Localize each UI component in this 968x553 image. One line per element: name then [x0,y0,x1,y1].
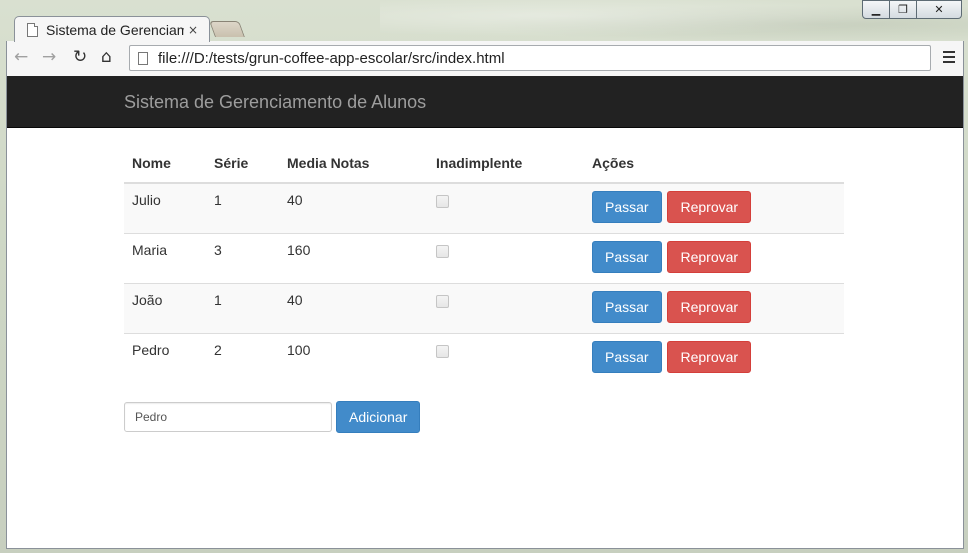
page-viewport: Sistema de Gerenciamento de Alunos Nome … [6,76,964,549]
header-nome: Nome [124,146,206,184]
close-icon[interactable]: ✕ [917,0,962,19]
cell-media: 40 [279,182,428,234]
inadimplente-checkbox[interactable] [436,245,449,258]
table-row: João 1 40 Passar Reprovar [124,283,844,334]
browser-tab[interactable]: Sistema de Gerenciamento de Alunos × [14,16,210,42]
cell-media: 40 [279,283,428,334]
add-student-form: Adicionar [124,401,846,433]
students-table: Nome Série Media Notas Inadimplente Açõe… [124,146,844,383]
cell-serie: 1 [206,182,279,234]
browser-toolbar: ← → ↻ ⌂ file:///D:/tests/grun-coffee-app… [6,41,964,76]
fail-button[interactable]: Reprovar [667,241,752,273]
url-text: file:///D:/tests/grun-coffee-app-escolar… [158,49,505,67]
maximize-icon[interactable]: ❐ [890,0,917,19]
minimize-icon[interactable]: ▁ [862,0,890,19]
student-name-input[interactable] [124,402,332,432]
cell-nome: Maria [124,233,206,284]
fail-button[interactable]: Reprovar [667,341,752,373]
table-row: Maria 3 160 Passar Reprovar [124,233,844,284]
forward-icon[interactable]: → [42,49,56,66]
pass-button[interactable]: Passar [592,291,662,323]
navbar-brand[interactable]: Sistema de Gerenciamento de Alunos [124,92,426,113]
cell-serie: 2 [206,333,279,383]
inadimplente-checkbox[interactable] [436,295,449,308]
table-header-row: Nome Série Media Notas Inadimplente Açõe… [124,146,844,184]
page-icon [138,51,148,65]
address-bar[interactable]: file:///D:/tests/grun-coffee-app-escolar… [129,45,931,71]
fail-button[interactable]: Reprovar [667,191,752,223]
window-controls: ▁ ❐ ✕ [862,0,962,19]
pass-button[interactable]: Passar [592,241,662,273]
cell-nome: Julio [124,182,206,234]
header-acoes: Ações [584,146,844,184]
add-button[interactable]: Adicionar [336,401,421,433]
main-content: Nome Série Media Notas Inadimplente Açõe… [124,146,846,433]
pass-button[interactable]: Passar [592,341,662,373]
new-tab-button[interactable] [209,21,245,37]
inadimplente-checkbox[interactable] [436,195,449,208]
fail-button[interactable]: Reprovar [667,291,752,323]
cell-media: 100 [279,333,428,383]
cell-serie: 1 [206,283,279,334]
pass-button[interactable]: Passar [592,191,662,223]
inadimplente-checkbox[interactable] [436,345,449,358]
table-row: Julio 1 40 Passar Reprovar [124,182,844,234]
tab-close-icon[interactable]: × [188,23,198,37]
header-serie: Série [206,146,279,184]
header-media: Media Notas [279,146,428,184]
back-icon[interactable]: ← [14,49,28,66]
cell-nome: Pedro [124,333,206,383]
tab-title: Sistema de Gerenciamento de Alunos [46,21,184,38]
home-icon[interactable]: ⌂ [101,49,112,66]
cell-serie: 3 [206,233,279,284]
menu-icon[interactable] [943,51,955,66]
table-row: Pedro 2 100 Passar Reprovar [124,333,844,383]
document-icon [27,22,38,37]
cell-nome: João [124,283,206,334]
header-inadimplente: Inadimplente [428,146,584,184]
reload-icon[interactable]: ↻ [73,49,87,66]
cell-media: 160 [279,233,428,284]
navbar: Sistema de Gerenciamento de Alunos [7,76,963,128]
